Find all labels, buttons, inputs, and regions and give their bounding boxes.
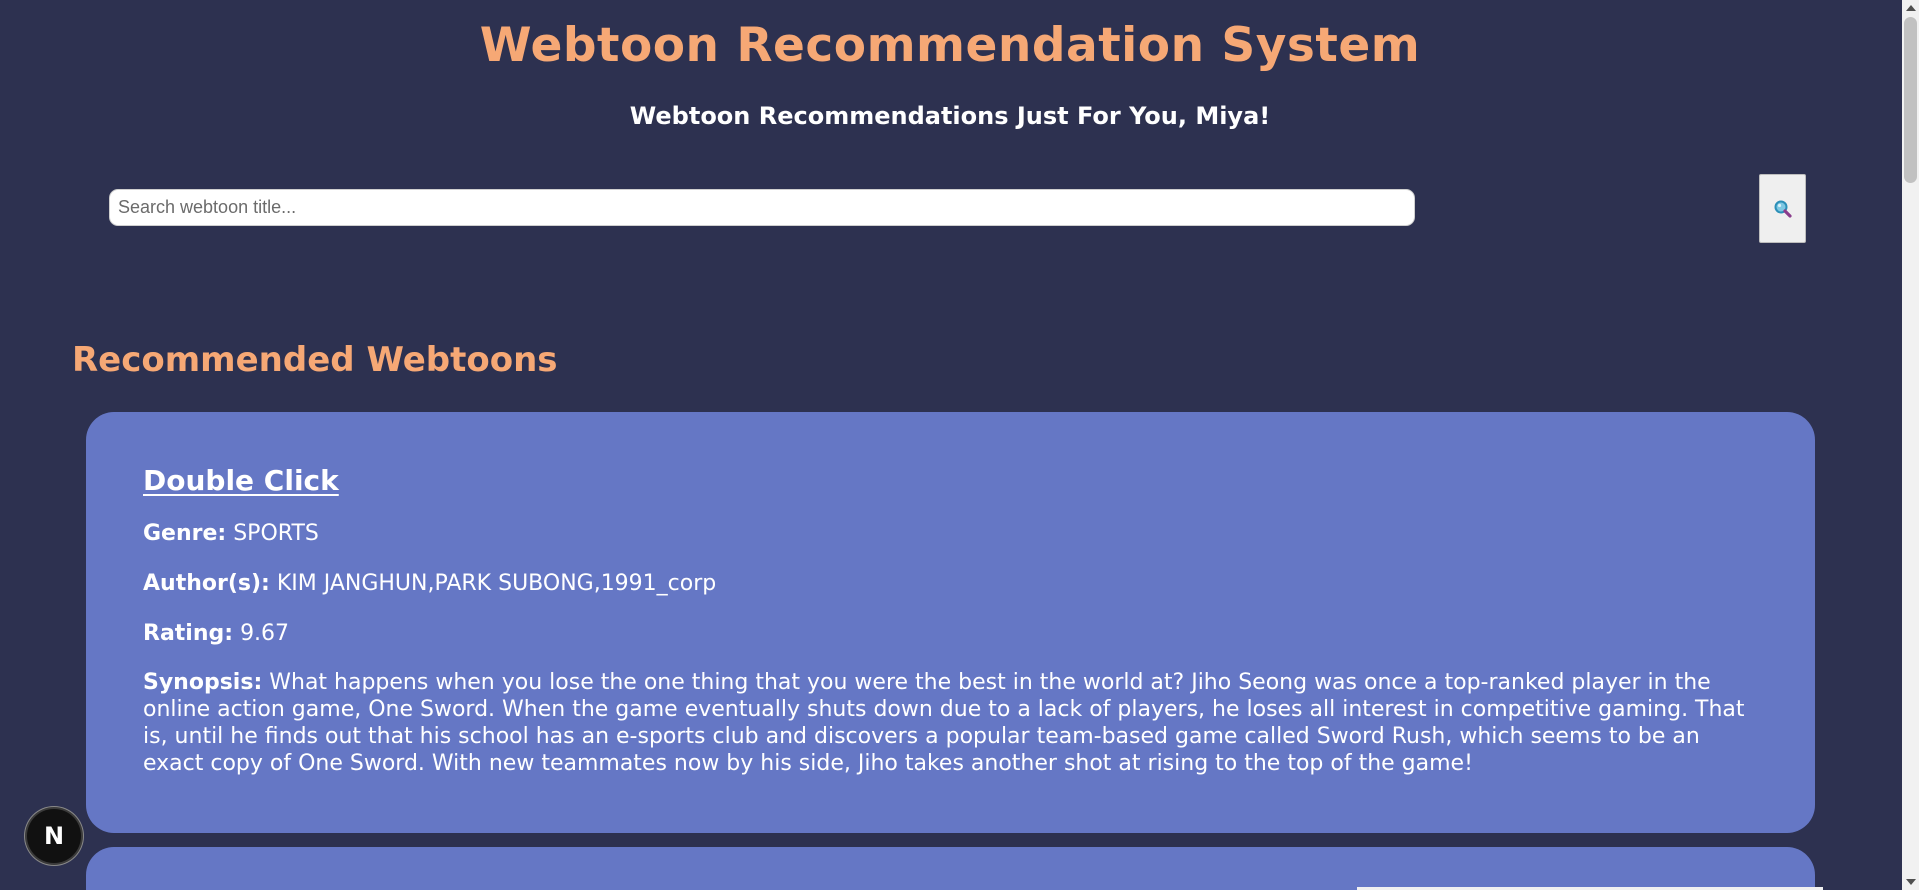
app-title: Webtoon Recommendation System <box>479 18 1421 73</box>
nextjs-icon[interactable]: N <box>27 809 81 863</box>
scroll-thumb[interactable] <box>1904 17 1917 183</box>
scroll-down-arrow-icon[interactable] <box>1906 879 1916 885</box>
webtoon-title-link[interactable]: Double Click <box>143 464 339 497</box>
genre-value: SPORTS <box>233 521 319 546</box>
authors-value: KIM JANGHUN,PARK SUBONG,1991_corp <box>276 571 717 596</box>
page: Webtoon Recommendation System Webtoon Re… <box>0 0 1919 890</box>
synopsis-label: Synopsis: <box>143 670 263 695</box>
nextjs-letter: N <box>43 822 65 850</box>
synopsis-row: Synopsis: What happens when you lose the… <box>143 669 1759 777</box>
authors-row: Author(s): KIM JANGHUN,PARK SUBONG,1991_… <box>143 569 1759 599</box>
rating-row: Rating: 9.67 <box>143 619 1759 649</box>
webtoon-card: Double Click Genre: SPORTS Author(s): KI… <box>86 412 1815 833</box>
synopsis-value: What happens when you lose the one thing… <box>143 670 1745 776</box>
search-input[interactable] <box>109 189 1415 226</box>
magnifier-icon <box>1774 200 1792 218</box>
genre-row: Genre: SPORTS <box>143 519 1759 549</box>
search-button[interactable] <box>1759 174 1806 243</box>
scroll-up-arrow-icon[interactable] <box>1906 5 1916 11</box>
genre-label: Genre: <box>143 521 227 546</box>
welcome-message: Webtoon Recommendations Just For You, Mi… <box>629 102 1271 130</box>
webtoon-card-next <box>86 847 1815 890</box>
scrollbar[interactable] <box>1902 0 1919 890</box>
recommended-heading: Recommended Webtoons <box>72 340 558 380</box>
authors-label: Author(s): <box>143 571 270 596</box>
rating-label: Rating: <box>143 621 234 646</box>
rating-value: 9.67 <box>240 621 290 646</box>
